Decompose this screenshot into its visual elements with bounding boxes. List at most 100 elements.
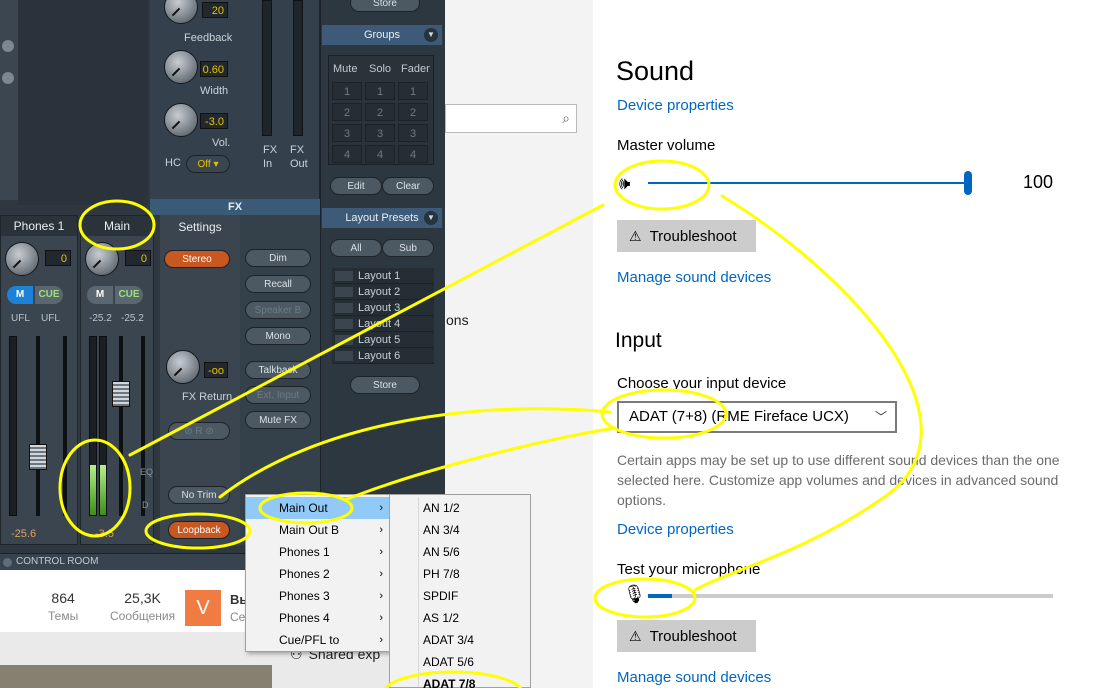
gain-knob[interactable] bbox=[85, 242, 119, 276]
channel-name[interactable]: Phones 1 bbox=[1, 216, 77, 236]
menu-item-phones-2[interactable]: Phones 2 › bbox=[246, 563, 389, 585]
menu-item-phones-1[interactable]: Phones 1 › bbox=[246, 541, 389, 563]
no-trim-button[interactable]: No Trim bbox=[168, 486, 230, 504]
group-cell[interactable]: 1 bbox=[332, 82, 362, 100]
fx-return-knob[interactable] bbox=[166, 350, 200, 384]
channel-name[interactable]: Main bbox=[81, 216, 153, 236]
manage-input-devices-link[interactable]: Manage sound devices bbox=[617, 669, 771, 686]
vol-knob[interactable] bbox=[164, 103, 198, 137]
menu-item-main-out[interactable]: Main Out › bbox=[246, 497, 389, 519]
submenu-item[interactable]: ADAT 3/4 bbox=[390, 629, 530, 651]
side-label-eq[interactable]: EQ bbox=[140, 467, 153, 477]
submenu-item[interactable]: AN 5/6 bbox=[390, 541, 530, 563]
layout-store-button[interactable]: Store bbox=[350, 376, 420, 394]
master-volume-track[interactable] bbox=[648, 182, 968, 184]
menu-item-phones-4[interactable]: Phones 4 › bbox=[246, 607, 389, 629]
submenu-item[interactable]: AN 1/2 bbox=[390, 497, 530, 519]
input-area bbox=[18, 0, 148, 205]
hc-select[interactable]: Off ▾ bbox=[186, 155, 230, 173]
groups-clear-button[interactable]: Clear bbox=[382, 177, 434, 195]
store-top-button[interactable]: Store bbox=[350, 0, 420, 12]
microphone-level-bar bbox=[648, 594, 1053, 598]
menu-item-cue-pfl[interactable]: Cue/PFL to › bbox=[246, 629, 389, 651]
ext-input-button[interactable]: Ext. Input bbox=[245, 386, 311, 404]
dim-button[interactable]: Dim bbox=[245, 249, 311, 267]
submenu-item[interactable]: AS 1/2 bbox=[390, 607, 530, 629]
loopback-button[interactable]: Loopback bbox=[168, 521, 230, 539]
output-device-properties-link[interactable]: Device properties bbox=[617, 97, 734, 114]
mute-button[interactable]: M bbox=[7, 286, 33, 304]
group-cell[interactable]: 1 bbox=[365, 82, 395, 100]
group-cell[interactable]: 4 bbox=[365, 145, 395, 163]
layout-item[interactable]: Layout 5 bbox=[332, 332, 434, 348]
stereo-button[interactable]: Stereo bbox=[164, 250, 230, 268]
group-cell[interactable]: 3 bbox=[365, 124, 395, 142]
menu-item-main-out-b[interactable]: Main Out B › bbox=[246, 519, 389, 541]
cue-button[interactable]: CUE bbox=[115, 286, 143, 304]
layout-sub-button[interactable]: Sub bbox=[382, 239, 434, 257]
group-cell[interactable]: 4 bbox=[332, 145, 362, 163]
layout-item[interactable]: Layout 1 bbox=[332, 268, 434, 284]
groups-edit-button[interactable]: Edit bbox=[330, 177, 382, 195]
speaker-b-button[interactable]: Speaker B bbox=[245, 301, 311, 319]
r-toggle[interactable]: ⊘ R ⊘ bbox=[168, 422, 230, 440]
chevron-down-icon[interactable]: ▼ bbox=[424, 211, 438, 225]
layout-item[interactable]: Layout 4 bbox=[332, 316, 434, 332]
channel-phones-1: Phones 1 0 M CUE UFL UFL -25.6 bbox=[0, 215, 78, 545]
group-cell[interactable]: 3 bbox=[332, 124, 362, 142]
width-knob[interactable] bbox=[164, 50, 198, 84]
gain-value[interactable]: 0 bbox=[45, 250, 71, 266]
submenu-item[interactable]: PH 7/8 bbox=[390, 563, 530, 585]
master-volume-thumb[interactable] bbox=[964, 171, 972, 195]
layout-presets-header[interactable]: Layout Presets ▼ bbox=[322, 208, 442, 228]
menu-item-phones-3[interactable]: Phones 3 › bbox=[246, 585, 389, 607]
group-cell[interactable]: 1 bbox=[398, 82, 428, 100]
width-value[interactable]: 0.60 bbox=[200, 61, 228, 77]
choose-input-label: Choose your input device bbox=[617, 375, 787, 392]
layout-all-button[interactable]: All bbox=[330, 239, 382, 257]
submenu-item-selected[interactable]: ADAT 7/8 bbox=[390, 673, 530, 688]
mute-button[interactable]: M bbox=[87, 286, 113, 304]
submenu-item[interactable]: AN 3/4 bbox=[390, 519, 530, 541]
avatar[interactable]: V bbox=[185, 590, 221, 626]
group-cell[interactable]: 4 bbox=[398, 145, 428, 163]
feedback-value[interactable]: 20 bbox=[202, 2, 228, 18]
volume-fader[interactable] bbox=[112, 381, 130, 407]
groups-header[interactable]: Groups ▼ bbox=[322, 25, 442, 45]
side-label-d[interactable]: D bbox=[142, 500, 149, 510]
speaker-icon[interactable]: 🕪 bbox=[619, 173, 630, 194]
gain-value[interactable]: 0 bbox=[125, 250, 151, 266]
volume-fader[interactable] bbox=[29, 444, 47, 470]
group-cell[interactable]: 2 bbox=[365, 103, 395, 121]
troubleshoot-output-button[interactable]: ⚠ Troubleshoot bbox=[617, 220, 756, 252]
vol-value[interactable]: -3.0 bbox=[200, 113, 228, 129]
layout-item[interactable]: Layout 3 bbox=[332, 300, 434, 316]
chevron-down-icon[interactable]: ▼ bbox=[424, 28, 438, 42]
group-cell[interactable]: 2 bbox=[398, 103, 428, 121]
fx-return-value[interactable]: -oo bbox=[204, 362, 228, 378]
troubleshoot-input-button[interactable]: ⚠ Troubleshoot bbox=[617, 620, 756, 652]
background-search-box[interactable]: ⌕ bbox=[445, 104, 577, 133]
search-icon[interactable]: ⌕ bbox=[562, 110, 570, 127]
input-device-properties-link[interactable]: Device properties bbox=[617, 521, 734, 538]
layout-item[interactable]: Layout 2 bbox=[332, 284, 434, 300]
wrench-icon[interactable] bbox=[2, 72, 14, 84]
tool-icon-t[interactable] bbox=[2, 40, 14, 52]
mute-fx-button[interactable]: Mute FX bbox=[245, 411, 311, 429]
layout-item[interactable]: Layout 6 bbox=[332, 348, 434, 364]
mono-button[interactable]: Mono bbox=[245, 327, 311, 345]
gain-knob[interactable] bbox=[5, 242, 39, 276]
fx-section-bar[interactable]: FX bbox=[150, 199, 320, 215]
group-cell[interactable]: 2 bbox=[332, 103, 362, 121]
cue-button[interactable]: CUE bbox=[35, 286, 63, 304]
submenu-item[interactable]: SPDIF bbox=[390, 585, 530, 607]
feedback-knob[interactable] bbox=[164, 0, 198, 24]
collapse-icon[interactable] bbox=[3, 558, 12, 567]
group-cell[interactable]: 3 bbox=[398, 124, 428, 142]
warning-icon: ⚠ bbox=[629, 628, 642, 644]
talkback-button[interactable]: Talkback bbox=[245, 361, 311, 379]
manage-output-devices-link[interactable]: Manage sound devices bbox=[617, 269, 771, 286]
submenu-item[interactable]: ADAT 5/6 bbox=[390, 651, 530, 673]
recall-button[interactable]: Recall bbox=[245, 275, 311, 293]
input-device-select[interactable]: ADAT (7+8) (RME Fireface UCX) ﹀ bbox=[617, 401, 897, 433]
